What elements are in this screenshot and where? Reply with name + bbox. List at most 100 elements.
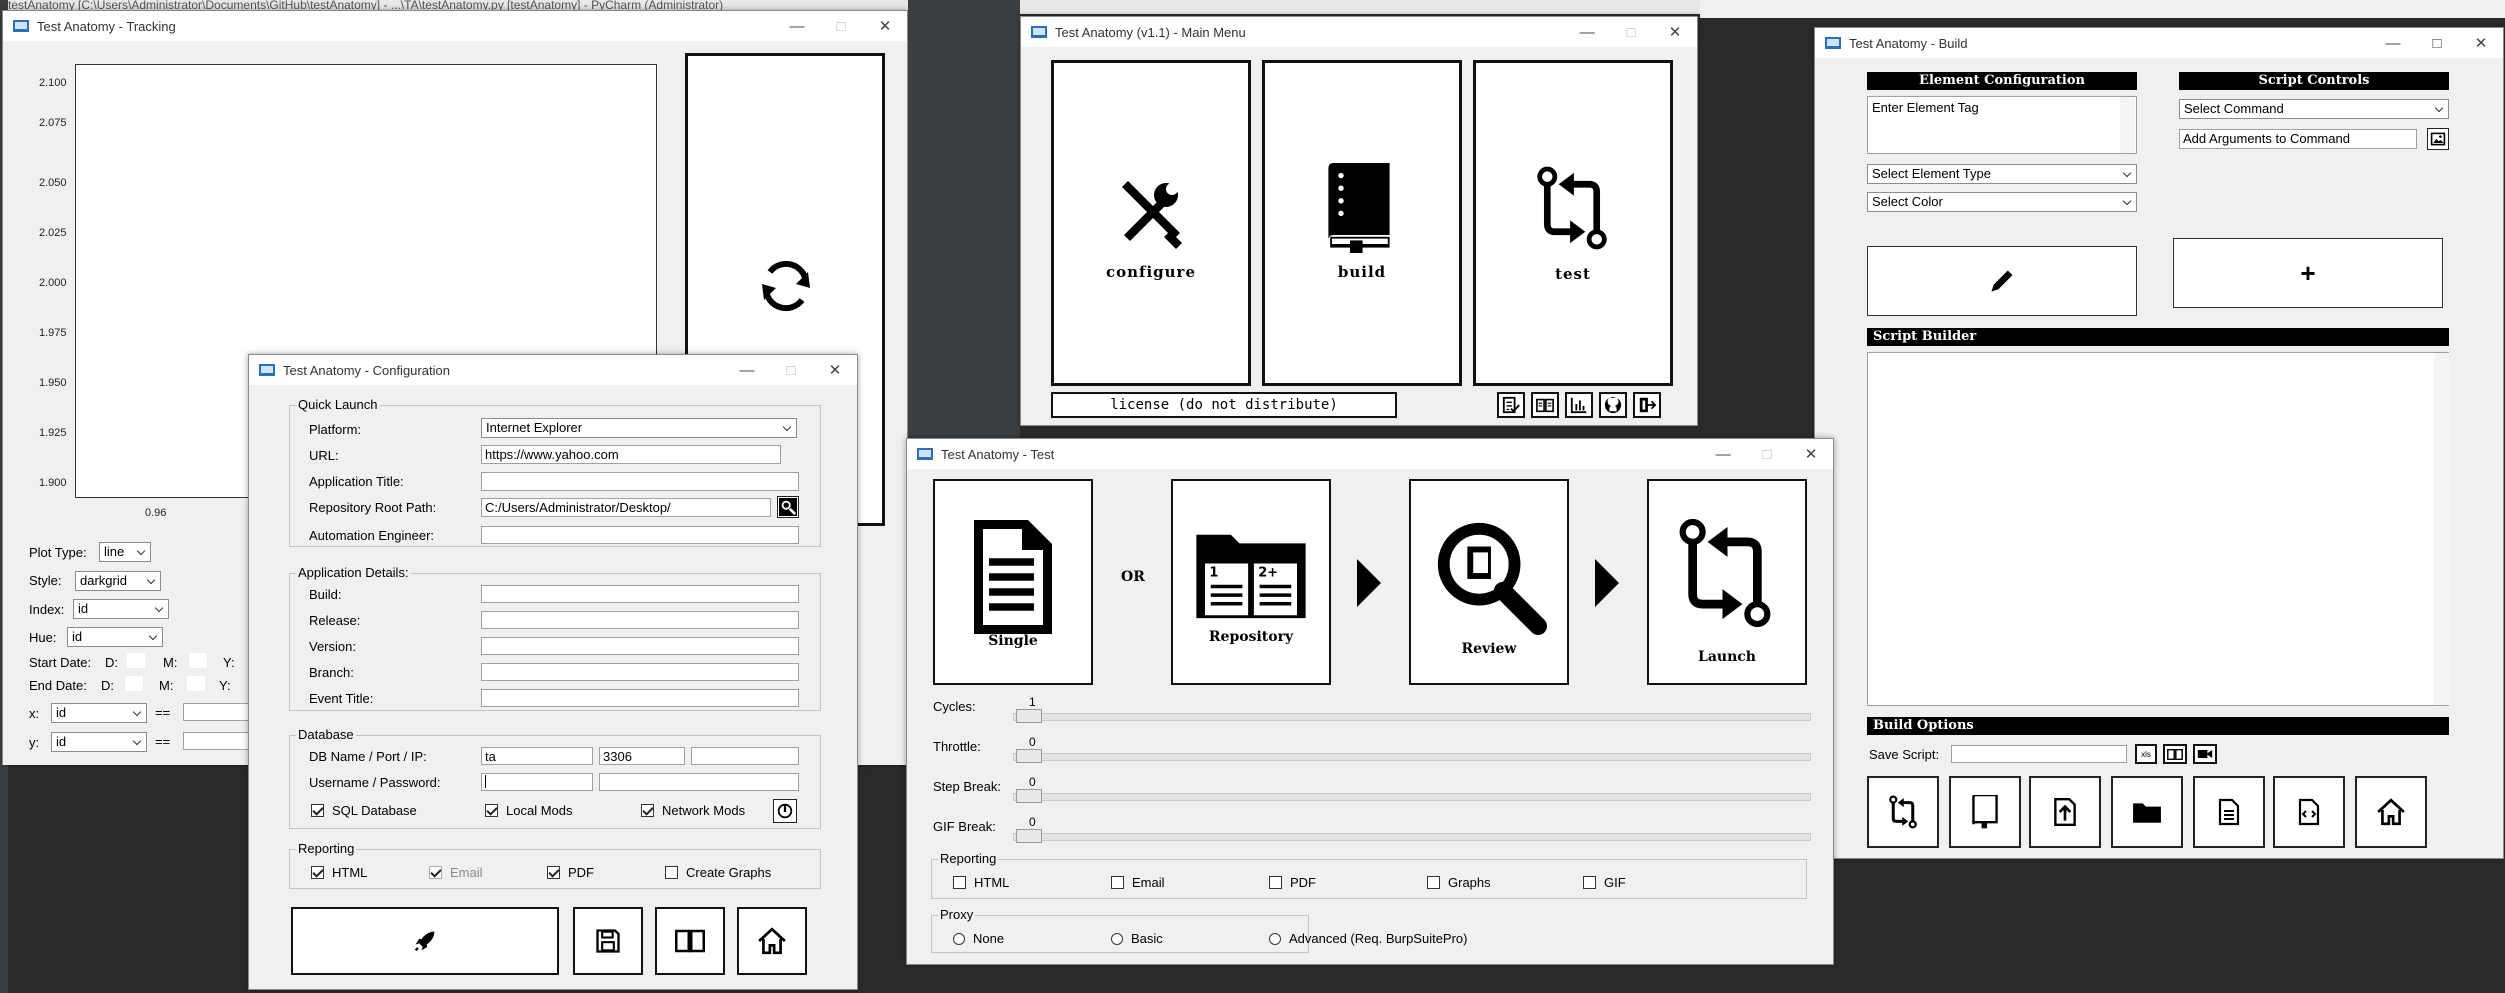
test-html-checkbox[interactable]: HTML	[953, 875, 1009, 890]
style-select[interactable]: darkgrid	[75, 571, 161, 591]
y-filter-input[interactable]	[183, 732, 253, 750]
config-pdf-checkbox[interactable]: PDF	[547, 865, 594, 880]
db-ip-input[interactable]	[691, 747, 799, 765]
start-day-input[interactable]	[127, 653, 145, 668]
script-builder-scrollbar[interactable]	[2434, 353, 2449, 705]
network-mods-checkbox[interactable]: Network Mods	[641, 803, 745, 818]
proxy-advanced-radio[interactable]: Advanced (Req. BurpSuitePro)	[1269, 931, 1467, 946]
home-button[interactable]	[2355, 776, 2427, 848]
hue-select[interactable]: id	[67, 627, 163, 647]
build-button[interactable]: build	[1262, 60, 1462, 386]
db-port-input[interactable]: 3306	[599, 747, 685, 765]
review-button[interactable]: Review	[1409, 479, 1569, 685]
config-html-checkbox[interactable]: HTML	[311, 865, 367, 880]
notes-button[interactable]	[1497, 392, 1525, 418]
release-input[interactable]	[481, 611, 799, 629]
element-type-select[interactable]: Select Element Type	[1867, 164, 2137, 184]
github-button[interactable]	[1599, 392, 1627, 418]
maximize-icon[interactable]: □	[769, 355, 813, 385]
save-xls-button[interactable]: xls	[2135, 744, 2157, 764]
test-gif-checkbox[interactable]: GIF	[1583, 875, 1626, 890]
record-video-button[interactable]	[2193, 744, 2217, 764]
minimize-icon[interactable]: —	[725, 355, 769, 385]
add-command-button[interactable]: +	[2173, 238, 2443, 308]
y-axis-select[interactable]: id	[51, 732, 147, 752]
save-docs-button[interactable]	[2163, 744, 2187, 764]
element-tag-scrollbar[interactable]	[2120, 97, 2135, 153]
config-email-checkbox[interactable]: Email	[429, 865, 483, 880]
slider-thumb[interactable]	[1016, 709, 1042, 723]
config-docs-button[interactable]	[655, 907, 725, 975]
build-book-button[interactable]	[1949, 776, 2021, 848]
slider-thumb[interactable]	[1016, 829, 1042, 843]
config-create-graphs-checkbox[interactable]: Create Graphs	[665, 865, 771, 880]
image-button[interactable]	[2427, 128, 2449, 150]
gif-break-slider[interactable]	[1013, 829, 1811, 843]
throttle-slider[interactable]	[1013, 749, 1811, 763]
minimize-icon[interactable]: —	[775, 11, 819, 41]
test-button[interactable]: test	[1473, 60, 1673, 386]
element-tag-input[interactable]: Enter Element Tag	[1867, 96, 2137, 154]
test-pdf-checkbox[interactable]: PDF	[1269, 875, 1316, 890]
maximize-icon[interactable]: □	[1745, 439, 1789, 469]
db-connect-button[interactable]	[773, 799, 797, 823]
browse-button[interactable]	[777, 496, 799, 518]
version-input[interactable]	[481, 637, 799, 655]
db-name-input[interactable]: ta	[481, 747, 593, 765]
close-icon[interactable]: ✕	[1653, 17, 1697, 47]
index-select[interactable]: id	[73, 599, 169, 619]
maximize-icon[interactable]: □	[819, 11, 863, 41]
build-test-button[interactable]	[1867, 776, 1939, 848]
plot-type-select[interactable]: line	[99, 542, 151, 562]
username-input[interactable]	[481, 773, 593, 791]
platform-select[interactable]: Internet Explorer	[481, 418, 797, 438]
launch-rocket-button[interactable]	[291, 907, 559, 975]
local-mods-checkbox[interactable]: Local Mods	[485, 803, 572, 818]
configuration-titlebar[interactable]: Test Anatomy - Configuration — □ ✕	[249, 355, 857, 385]
proxy-none-radio[interactable]: None	[953, 931, 1004, 946]
repository-button[interactable]: 1 2+ Repository	[1171, 479, 1331, 685]
slider-thumb[interactable]	[1016, 789, 1042, 803]
configure-button[interactable]: configure	[1051, 60, 1251, 386]
exit-button[interactable]	[1633, 392, 1661, 418]
close-icon[interactable]: ✕	[1789, 439, 1833, 469]
main-menu-titlebar[interactable]: Test Anatomy (v1.1) - Main Menu — □ ✕	[1021, 17, 1697, 47]
engineer-input[interactable]	[481, 526, 799, 544]
tracking-button[interactable]	[1565, 392, 1593, 418]
url-input[interactable]: https://www.yahoo.com	[481, 445, 781, 464]
launch-button[interactable]: Launch	[1647, 479, 1807, 685]
close-icon[interactable]: ✕	[813, 355, 857, 385]
branch-input[interactable]	[481, 663, 799, 681]
command-args-input[interactable]: Add Arguments to Command	[2179, 129, 2417, 149]
script-builder-textarea[interactable]	[1867, 352, 2449, 706]
maximize-icon[interactable]: □	[1609, 17, 1653, 47]
config-home-button[interactable]	[737, 907, 807, 975]
x-axis-select[interactable]: id	[51, 703, 147, 723]
new-file-button[interactable]	[2193, 776, 2265, 848]
upload-button[interactable]	[2029, 776, 2101, 848]
end-month-input[interactable]	[187, 676, 205, 691]
build-input[interactable]	[481, 585, 799, 603]
edit-element-button[interactable]	[1867, 246, 2137, 316]
event-title-input[interactable]	[481, 689, 799, 707]
app-title-input[interactable]	[481, 472, 799, 491]
password-input[interactable]	[599, 773, 799, 791]
minimize-icon[interactable]: —	[1701, 439, 1745, 469]
cycles-slider[interactable]	[1013, 709, 1811, 723]
start-month-input[interactable]	[189, 653, 207, 668]
minimize-icon[interactable]: —	[2371, 28, 2415, 58]
close-icon[interactable]: ✕	[2459, 28, 2503, 58]
save-config-button[interactable]	[573, 907, 643, 975]
maximize-icon[interactable]: □	[2415, 28, 2459, 58]
color-select[interactable]: Select Color	[1867, 192, 2137, 212]
sql-database-checkbox[interactable]: SQL Database	[311, 803, 417, 818]
slider-thumb[interactable]	[1016, 749, 1042, 763]
x-filter-input[interactable]	[183, 703, 253, 721]
build-titlebar[interactable]: Test Anatomy - Build — □ ✕	[1815, 28, 2503, 58]
docs-button[interactable]	[1531, 392, 1559, 418]
test-graphs-checkbox[interactable]: Graphs	[1427, 875, 1491, 890]
step-break-slider[interactable]	[1013, 789, 1811, 803]
proxy-basic-radio[interactable]: Basic	[1111, 931, 1163, 946]
end-day-input[interactable]	[125, 676, 143, 691]
test-titlebar[interactable]: Test Anatomy - Test — □ ✕	[907, 439, 1833, 469]
